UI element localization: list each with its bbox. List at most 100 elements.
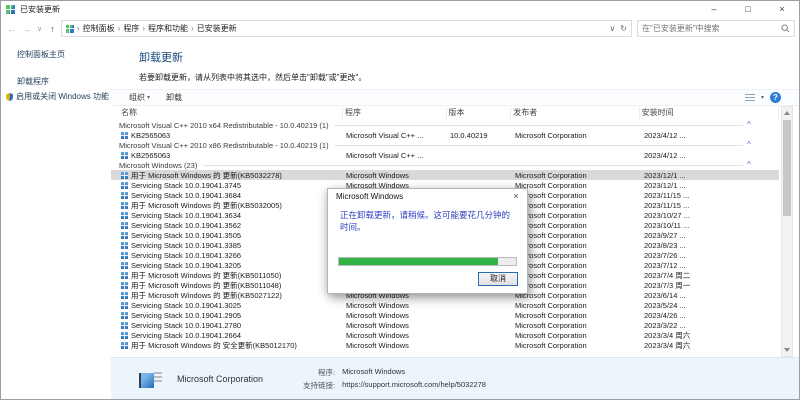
- table-row[interactable]: KB2565063Microsoft Visual C++ ...10.0.40…: [111, 130, 779, 140]
- update-icon: [121, 212, 128, 219]
- version-cell: 10.0.40219: [448, 131, 513, 140]
- search-icon: [781, 24, 790, 33]
- installed-cell: 2023/6/14 ...: [642, 291, 782, 300]
- search-input[interactable]: [642, 24, 781, 33]
- publisher-cell: Microsoft Corporation: [513, 311, 642, 320]
- column-header[interactable]: 安装时间: [640, 107, 779, 119]
- name-cell: Servicing Stack 10.0.19041.2664: [119, 331, 344, 340]
- minimize-icon[interactable]: –: [697, 1, 731, 18]
- installed-cell: 2023/5/24 ...: [642, 301, 782, 310]
- publisher-cell: Microsoft Corporation: [513, 171, 642, 180]
- uac-shield-icon: [6, 92, 13, 102]
- update-icon: [121, 322, 128, 329]
- scroll-up-icon[interactable]: [782, 107, 792, 118]
- dialog-close-icon[interactable]: ×: [505, 189, 527, 204]
- name-cell: Servicing Stack 10.0.19041.3684: [119, 191, 344, 200]
- up-icon[interactable]: ↑: [46, 24, 59, 34]
- maximize-icon[interactable]: □: [731, 1, 765, 18]
- group-label: Microsoft Visual C++ 2010 x86 Redistribu…: [119, 141, 335, 150]
- close-icon[interactable]: ×: [765, 1, 799, 18]
- sidebar-item[interactable]: 卸载程序: [1, 74, 111, 89]
- installed-cell: 2023/12/1 ...: [642, 171, 782, 180]
- dialog-message: 正在卸载更新，请稍候。这可能要花几分钟的时间。: [328, 204, 527, 233]
- installed-cell: 2023/8/23 ...: [642, 241, 782, 250]
- scrollbar-thumb[interactable]: [783, 120, 791, 216]
- table-row[interactable]: Servicing Stack 10.0.19041.2780Microsoft…: [111, 320, 779, 330]
- cancel-button[interactable]: 取消: [478, 272, 518, 286]
- program-cell: Microsoft Windows: [344, 331, 448, 340]
- update-name: KB2565063: [131, 131, 170, 140]
- table-row[interactable]: Servicing Stack 10.0.19041.2664Microsoft…: [111, 330, 779, 340]
- navigation-bar: ← → ∨ ↑ ›控制面板›程序›程序和功能›已安装更新 ∨ ↻: [1, 18, 799, 39]
- column-header[interactable]: 发布者: [511, 107, 639, 119]
- breadcrumb-item[interactable]: 控制面板: [83, 23, 115, 34]
- installed-cell: 2023/9/27 ...: [642, 231, 782, 240]
- installed-updates-window: 已安装更新 – □ × ← → ∨ ↑ ›控制面板›程序›程序和功能›已安装更新…: [0, 0, 800, 400]
- selected-update-icon: [139, 369, 163, 389]
- app-icon: [6, 5, 15, 14]
- table-row[interactable]: Servicing Stack 10.0.19041.2905Microsoft…: [111, 310, 779, 320]
- scroll-down-icon[interactable]: [782, 345, 792, 356]
- name-cell: Servicing Stack 10.0.19041.3745: [119, 181, 344, 190]
- crumb-separator-icon: ›: [191, 24, 194, 33]
- vertical-scrollbar[interactable]: [781, 106, 793, 357]
- table-row[interactable]: 用于 Microsoft Windows 的 安全更新(KB5012170)Mi…: [111, 340, 779, 350]
- update-icon: [121, 132, 128, 139]
- address-bar[interactable]: ›控制面板›程序›程序和功能›已安装更新 ∨ ↻: [61, 20, 632, 37]
- publisher-cell: Microsoft Corporation: [513, 271, 642, 280]
- update-icon: [121, 182, 128, 189]
- breadcrumb-item[interactable]: 程序和功能: [148, 23, 188, 34]
- uninstall-button[interactable]: 卸载: [166, 92, 182, 103]
- update-name: KB2565063: [131, 151, 170, 160]
- update-icon: [121, 262, 128, 269]
- organize-button[interactable]: 组织 ▾: [129, 92, 150, 103]
- update-name: Servicing Stack 10.0.19041.3745: [131, 181, 241, 190]
- address-app-icon: [66, 25, 74, 33]
- column-header[interactable]: 名称: [119, 107, 343, 119]
- history-dropdown-icon[interactable]: ∨: [35, 25, 44, 33]
- chevron-down-icon: ▾: [147, 94, 150, 101]
- installed-cell: 2023/7/3 周一: [642, 280, 782, 291]
- breadcrumb-item[interactable]: 已安装更新: [197, 23, 237, 34]
- breadcrumb-item[interactable]: 程序: [123, 23, 139, 34]
- name-cell: Servicing Stack 10.0.19041.3205: [119, 261, 344, 270]
- group-row: Microsoft Visual C++ 2010 x86 Redistribu…: [111, 140, 759, 150]
- collapse-icon[interactable]: ^: [747, 142, 759, 148]
- sidebar-item[interactable]: 启用或关闭 Windows 功能: [1, 89, 111, 104]
- help-icon[interactable]: ?: [770, 92, 781, 103]
- program-cell: Microsoft Windows: [344, 301, 448, 310]
- sidebar-item[interactable]: 控制面板主页: [1, 47, 111, 62]
- column-header[interactable]: 程序: [343, 107, 447, 119]
- collapse-icon[interactable]: ^: [747, 162, 759, 168]
- back-icon[interactable]: ←: [5, 24, 18, 34]
- group-label: Microsoft Windows (23): [119, 161, 203, 170]
- view-dropdown-icon[interactable]: ▾: [761, 94, 764, 101]
- table-row[interactable]: KB2565063Microsoft Visual C++ ...2023/4/…: [111, 150, 779, 160]
- name-cell: Servicing Stack 10.0.19041.3562: [119, 221, 344, 230]
- column-headers: 名称程序版本发布者安装时间: [111, 106, 779, 120]
- column-header[interactable]: 版本: [447, 107, 512, 119]
- update-name: 用于 Microsoft Windows 的 更新(KB5027122): [131, 290, 282, 301]
- update-icon: [121, 192, 128, 199]
- collapse-icon[interactable]: ^: [747, 122, 759, 128]
- update-icon: [121, 302, 128, 309]
- details-support-link: https://support.microsoft.com/help/50322…: [342, 380, 486, 391]
- update-icon: [121, 202, 128, 209]
- table-row[interactable]: 用于 Microsoft Windows 的 更新(KB5032278)Micr…: [111, 170, 779, 180]
- table-row[interactable]: Servicing Stack 10.0.19041.3025 Microsoft…: [111, 300, 779, 310]
- installed-cell: 2023/4/12 ...: [642, 131, 782, 140]
- forward-icon[interactable]: →: [20, 24, 33, 34]
- refresh-icon[interactable]: ↻: [620, 24, 627, 33]
- update-icon: [121, 342, 128, 349]
- update-name: Servicing Stack 10.0.19041.3025: [131, 301, 241, 310]
- search-box[interactable]: [637, 20, 795, 37]
- name-cell: 用于 Microsoft Windows 的 安全更新(KB5012170): [119, 340, 344, 351]
- name-cell: 用于 Microsoft Windows 的 更新(KB5032005): [119, 200, 344, 211]
- name-cell: Servicing Stack 10.0.19041.2780: [119, 321, 344, 330]
- publisher-cell: Microsoft Corporation: [513, 131, 642, 140]
- details-support-label: 支持链接:: [303, 380, 335, 391]
- address-dropdown-icon[interactable]: ∨: [609, 24, 615, 33]
- update-name: Servicing Stack 10.0.19041.3505: [131, 231, 241, 240]
- change-view-icon[interactable]: [745, 94, 755, 102]
- update-name: 用于 Microsoft Windows 的 更新(KB5032005): [131, 200, 282, 211]
